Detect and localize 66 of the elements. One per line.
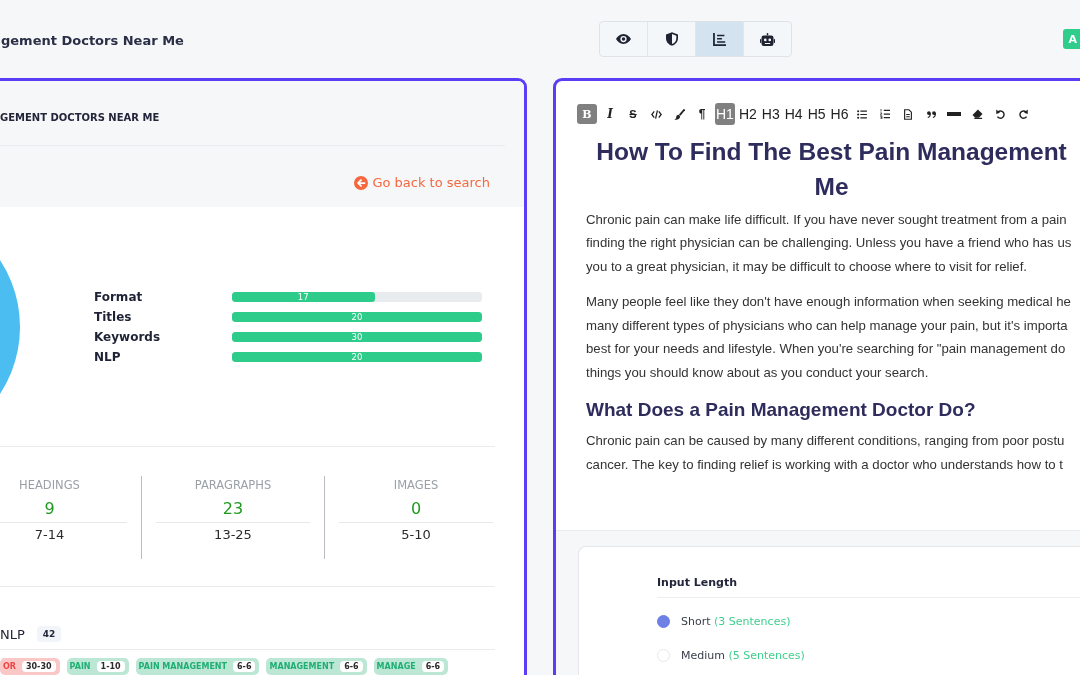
heading-button[interactable]: H3 xyxy=(760,103,781,125)
heading-button[interactable]: H5 xyxy=(806,103,827,125)
bullet-list-icon xyxy=(857,109,868,119)
stat-value: 0 xyxy=(410,498,422,520)
stat-range: 5-10 xyxy=(401,526,431,544)
article-paragraph: Chronic pain can be caused by many different conditions, ranging from poor postu cancer. The key to finding relief is working with a doctor who understands how to t xyxy=(586,432,1066,474)
score-value: 20 xyxy=(351,351,363,362)
article-title: How To Find The Best Pain Management Me xyxy=(595,137,1068,202)
brush-icon xyxy=(673,108,685,120)
strike-button[interactable]: S xyxy=(623,104,643,124)
input-length-title: Input Length xyxy=(657,575,737,591)
heading-button[interactable]: H6 xyxy=(829,103,850,125)
undo-icon xyxy=(995,109,1005,119)
eye-icon xyxy=(616,34,631,44)
article-paragraph: Chronic pain can make life difficult. If you have never sought treatment from a pain finding the right physician can be challenging. Unless you have a friend who has us you to a great physician, it may be difficult to choose where to visit for relief. xyxy=(586,210,1073,276)
option-label: Short (3 Sentences) xyxy=(681,614,791,628)
quote-icon xyxy=(926,110,936,118)
article-subheading: What Does a Pain Management Doctor Do? xyxy=(586,398,977,422)
stat-label: PARAGRAPHS xyxy=(194,477,272,494)
stat-value: 9 xyxy=(44,498,55,520)
heading-button[interactable]: H4 xyxy=(783,103,804,125)
numbered-list-icon xyxy=(880,109,891,119)
article-paragraph: Many people feel like they don't have enough information when seeking medical he many different types of physicians who can help manage your pain, but it's importa best for your needs and lifestyle. When you're searching for "pain management do things you should know about as you conduct your search. xyxy=(586,293,1072,382)
option-label: Medium (5 Sentences) xyxy=(681,648,805,662)
heading-button[interactable]: H2 xyxy=(737,103,758,125)
nlp-label: NLP xyxy=(0,626,25,642)
code-icon xyxy=(650,109,662,119)
score-label: NLP xyxy=(94,349,121,364)
view-button[interactable] xyxy=(696,22,744,56)
keyword-count: 6-6 xyxy=(340,661,363,672)
score-label: Format xyxy=(94,289,143,304)
stat-label: HEADINGS xyxy=(19,477,80,494)
keyword-label: PAIN MANAGEMENT xyxy=(138,662,228,671)
keyword-count: 6-6 xyxy=(421,661,445,672)
heading-button[interactable]: H1 xyxy=(715,103,735,125)
keyword-count: 1-10 xyxy=(96,661,125,672)
bold-button[interactable]: B xyxy=(577,104,597,124)
stat-value: 23 xyxy=(222,498,244,520)
score-value: 30 xyxy=(351,331,363,342)
score-label: Keywords xyxy=(94,329,161,344)
keyword-label: MANAGEMENT xyxy=(269,662,335,671)
redo-icon xyxy=(1018,109,1028,119)
page-title: gement Doctors Near Me xyxy=(1,32,184,48)
document-icon xyxy=(904,108,913,120)
arrow-left-circle-icon xyxy=(354,176,369,190)
keyword-label: MANAGE xyxy=(376,662,416,671)
keyword-label: PAIN xyxy=(69,662,91,671)
paragraph-button[interactable]: ¶ xyxy=(692,104,712,124)
eraser-icon xyxy=(971,109,983,119)
stat-range: 13-25 xyxy=(214,526,252,544)
stat-label: IMAGES xyxy=(393,477,439,494)
nlp-count: 42 xyxy=(36,626,62,642)
keyword-count: 6-6 xyxy=(233,661,256,672)
keyword-count: 30-30 xyxy=(21,661,56,672)
score-label: Titles xyxy=(94,309,132,324)
robot-icon xyxy=(760,32,775,46)
score-value: 20 xyxy=(351,311,363,322)
report-title: GEMENT DOCTORS NEAR ME xyxy=(0,111,160,125)
score-value: 17 xyxy=(297,291,309,302)
letter-badge: A xyxy=(1063,29,1080,49)
stat-range: 7-14 xyxy=(34,526,65,544)
bar-chart-icon xyxy=(713,32,726,46)
radio-button[interactable] xyxy=(657,614,670,628)
shield-icon xyxy=(665,32,678,46)
italic-button[interactable]: I xyxy=(600,104,620,124)
keyword-label: OR xyxy=(3,662,16,671)
